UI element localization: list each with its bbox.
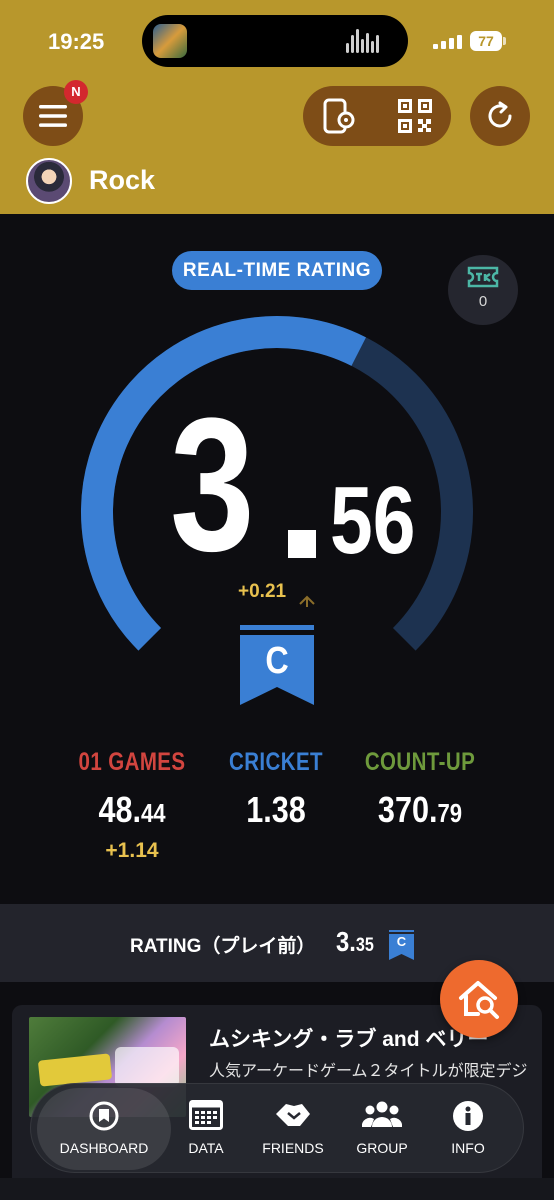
tab-label: DASHBOARD <box>59 1140 149 1156</box>
qr-code-icon <box>398 99 432 133</box>
dashboard-icon <box>89 1101 119 1131</box>
refresh-icon <box>488 101 512 128</box>
stat-cricket[interactable]: CRICKET 1.38 <box>196 748 356 831</box>
shop-search-icon <box>459 981 499 1019</box>
previous-rank-letter: C <box>396 934 407 949</box>
menu-icon <box>39 105 67 127</box>
stat-value: 370.79 <box>377 789 463 830</box>
tab-label: FRIENDS <box>262 1140 324 1156</box>
thumbnail-logo-1 <box>37 1053 113 1087</box>
tab-label: DATA <box>188 1140 224 1156</box>
shop-search-button[interactable] <box>440 960 518 1038</box>
group-icon <box>362 1101 402 1127</box>
rating-delta: +0.21 <box>238 581 287 602</box>
username[interactable]: Rock <box>89 165 155 196</box>
info-icon <box>453 1101 483 1131</box>
device-settings-button[interactable] <box>321 98 357 134</box>
up-arrow-icon <box>299 595 315 607</box>
rating-decimal-point <box>288 530 316 558</box>
tab-label: INFO <box>451 1140 485 1156</box>
thumbnail-logo-2 <box>115 1047 179 1087</box>
qr-code-button[interactable] <box>397 98 433 134</box>
news-title: ムシキング・ラブ and ベリー <box>209 1028 489 1051</box>
tab-data[interactable]: DATA <box>171 1084 241 1174</box>
stat-delta: +1.14 <box>105 839 159 862</box>
tab-friends[interactable]: FRIENDS <box>251 1084 335 1174</box>
tab-info[interactable]: INFO <box>433 1084 503 1174</box>
stat-value: 1.38 <box>246 789 306 830</box>
stat-count-up[interactable]: COUNT-UP 370.79 <box>340 748 500 831</box>
refresh-button[interactable] <box>470 86 530 146</box>
rating-decimal: 56 <box>330 467 416 574</box>
real-time-rating-label: REAL-TIME RATING <box>172 251 382 290</box>
tab-label: GROUP <box>356 1140 408 1156</box>
battery-indicator: 77 <box>470 31 502 51</box>
tab-dashboard[interactable]: DASHBOARD <box>37 1088 171 1170</box>
app-header: N Rock <box>0 80 554 214</box>
status-bar: 19:25 77 <box>0 0 554 80</box>
next-section-edge <box>0 1178 554 1200</box>
stat-value: 48.44 <box>98 789 166 830</box>
device-settings-icon <box>323 98 355 134</box>
stat-label: COUNT-UP <box>364 748 476 776</box>
calendar-icon <box>189 1100 223 1130</box>
stat-label: 01 GAMES <box>78 748 186 776</box>
ticket-icon <box>467 266 499 288</box>
cellular-signal-icon <box>433 35 463 49</box>
header-tool-group <box>303 86 451 146</box>
rating-integer: 3 <box>170 379 255 591</box>
status-time: 19:25 <box>48 29 105 54</box>
avatar[interactable] <box>26 158 72 204</box>
friends-icon <box>276 1104 310 1126</box>
notification-badge: N <box>64 80 88 104</box>
now-playing-artwork <box>153 24 187 58</box>
battery-tip <box>503 37 506 45</box>
rank-letter: C <box>265 640 289 682</box>
previous-rating-value: 3.35 <box>336 926 374 957</box>
audio-waveform-icon <box>346 29 380 53</box>
previous-rating-label: RATING（プレイ前） <box>130 936 316 957</box>
rating-value: 3 56 <box>170 379 437 591</box>
dynamic-island[interactable] <box>142 15 408 67</box>
news-description: 人気アーケードゲーム２タイトルが限定デジ <box>209 1063 528 1080</box>
stat-label: CRICKET <box>229 748 323 776</box>
tab-group[interactable]: GROUP <box>345 1084 419 1174</box>
stat-01-games[interactable]: 01 GAMES 48.44 +1.14 <box>52 748 212 863</box>
tab-bar: DASHBOARD DATA FRIENDS GROUP INFO <box>30 1083 524 1173</box>
